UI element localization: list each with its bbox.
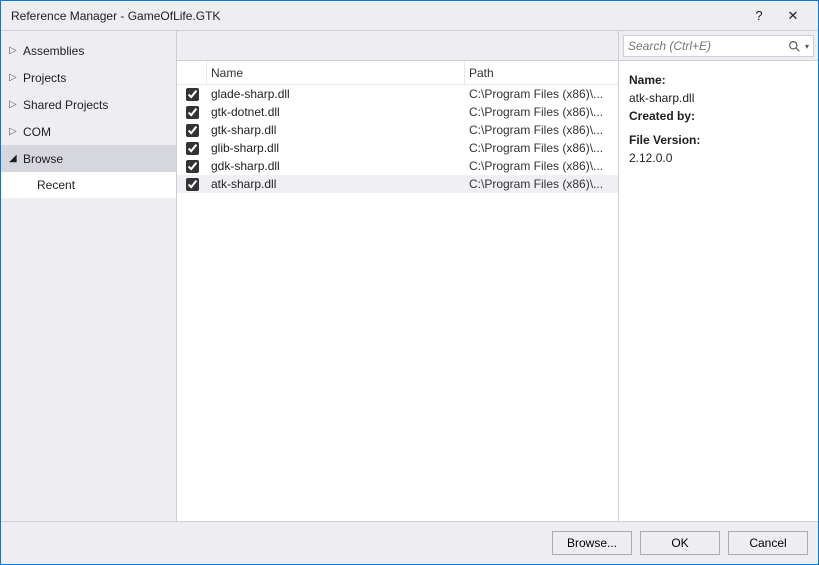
nav-label: Projects (23, 71, 66, 85)
chevron-down-icon: ◢ (9, 153, 23, 164)
reference-name: atk-sharp.dll (207, 177, 465, 191)
table-row[interactable]: atk-sharp.dll C:\Program Files (x86)\... (177, 175, 618, 193)
titlebar: Reference Manager - GameOfLife.GTK ? ✕ (1, 1, 818, 31)
nav-item-assemblies[interactable]: ▷ Assemblies (1, 37, 176, 64)
details-panel: ▾ Name: atk-sharp.dll Created by: File V… (618, 31, 818, 521)
cancel-button[interactable]: Cancel (728, 531, 808, 555)
search-input[interactable] (628, 39, 786, 53)
chevron-down-icon[interactable]: ▾ (805, 42, 809, 51)
nav-label: Recent (37, 178, 75, 192)
chevron-right-icon: ▷ (9, 45, 23, 56)
search-box[interactable]: ▾ (623, 35, 814, 57)
help-icon: ? (755, 8, 762, 23)
table-row[interactable]: glib-sharp.dll C:\Program Files (x86)\..… (177, 139, 618, 157)
reference-path: C:\Program Files (x86)\... (465, 87, 618, 101)
category-nav: ▷ Assemblies ▷ Projects ▷ Shared Project… (1, 31, 176, 521)
main-area: Name Path glade-sharp.dll C:\Program Fil… (176, 31, 818, 521)
search-icon[interactable] (786, 40, 804, 53)
close-button[interactable]: ✕ (776, 3, 810, 29)
reference-checkbox[interactable] (186, 106, 199, 119)
reference-list[interactable]: glade-sharp.dll C:\Program Files (x86)\.… (177, 85, 618, 193)
nav-label: Browse (23, 152, 63, 166)
header-path[interactable]: Path (465, 61, 618, 84)
reference-name: gtk-sharp.dll (207, 123, 465, 137)
reference-path: C:\Program Files (x86)\... (465, 141, 618, 155)
header-name[interactable]: Name (207, 61, 465, 84)
nav-item-browse[interactable]: ◢ Browse (1, 145, 176, 172)
help-button[interactable]: ? (742, 3, 776, 29)
header-check-col[interactable] (177, 61, 207, 84)
table-row[interactable]: gdk-sharp.dll C:\Program Files (x86)\... (177, 157, 618, 175)
nav-label: Shared Projects (23, 98, 108, 112)
reference-name: gtk-dotnet.dll (207, 105, 465, 119)
browse-button[interactable]: Browse... (552, 531, 632, 555)
reference-checkbox[interactable] (186, 124, 199, 137)
detail-name-label: Name: (629, 71, 808, 89)
detail-fileversion-label: File Version: (629, 131, 808, 149)
reference-name: gdk-sharp.dll (207, 159, 465, 173)
detail-fileversion-value: 2.12.0.0 (629, 149, 808, 167)
reference-path: C:\Program Files (x86)\... (465, 177, 618, 191)
window-title: Reference Manager - GameOfLife.GTK (11, 9, 742, 23)
list-top-margin (177, 31, 618, 61)
close-icon: ✕ (788, 8, 799, 24)
reference-name: glade-sharp.dll (207, 87, 465, 101)
table-row[interactable]: gtk-sharp.dll C:\Program Files (x86)\... (177, 121, 618, 139)
reference-name: glib-sharp.dll (207, 141, 465, 155)
table-row[interactable]: glade-sharp.dll C:\Program Files (x86)\.… (177, 85, 618, 103)
nav-label: Assemblies (23, 44, 84, 58)
chevron-right-icon: ▷ (9, 99, 23, 110)
detail-name-value: atk-sharp.dll (629, 89, 808, 107)
detail-createdby-label: Created by: (629, 107, 808, 125)
nav-item-projects[interactable]: ▷ Projects (1, 64, 176, 91)
list-header: Name Path (177, 61, 618, 85)
nav-label: COM (23, 125, 51, 139)
reference-checkbox[interactable] (186, 142, 199, 155)
reference-path: C:\Program Files (x86)\... (465, 123, 618, 137)
chevron-right-icon: ▷ (9, 72, 23, 83)
nav-item-com[interactable]: ▷ COM (1, 118, 176, 145)
ok-button[interactable]: OK (640, 531, 720, 555)
reference-checkbox[interactable] (186, 178, 199, 191)
table-row[interactable]: gtk-dotnet.dll C:\Program Files (x86)\..… (177, 103, 618, 121)
chevron-right-icon: ▷ (9, 126, 23, 137)
nav-item-recent[interactable]: Recent (1, 172, 176, 198)
reference-checkbox[interactable] (186, 88, 199, 101)
search-container: ▾ (619, 31, 818, 61)
dialog-footer: Browse... OK Cancel (1, 522, 818, 564)
reference-list-area: Name Path glade-sharp.dll C:\Program Fil… (177, 31, 618, 521)
reference-checkbox[interactable] (186, 160, 199, 173)
nav-item-shared-projects[interactable]: ▷ Shared Projects (1, 91, 176, 118)
reference-details: Name: atk-sharp.dll Created by: File Ver… (619, 61, 818, 177)
reference-path: C:\Program Files (x86)\... (465, 105, 618, 119)
reference-path: C:\Program Files (x86)\... (465, 159, 618, 173)
